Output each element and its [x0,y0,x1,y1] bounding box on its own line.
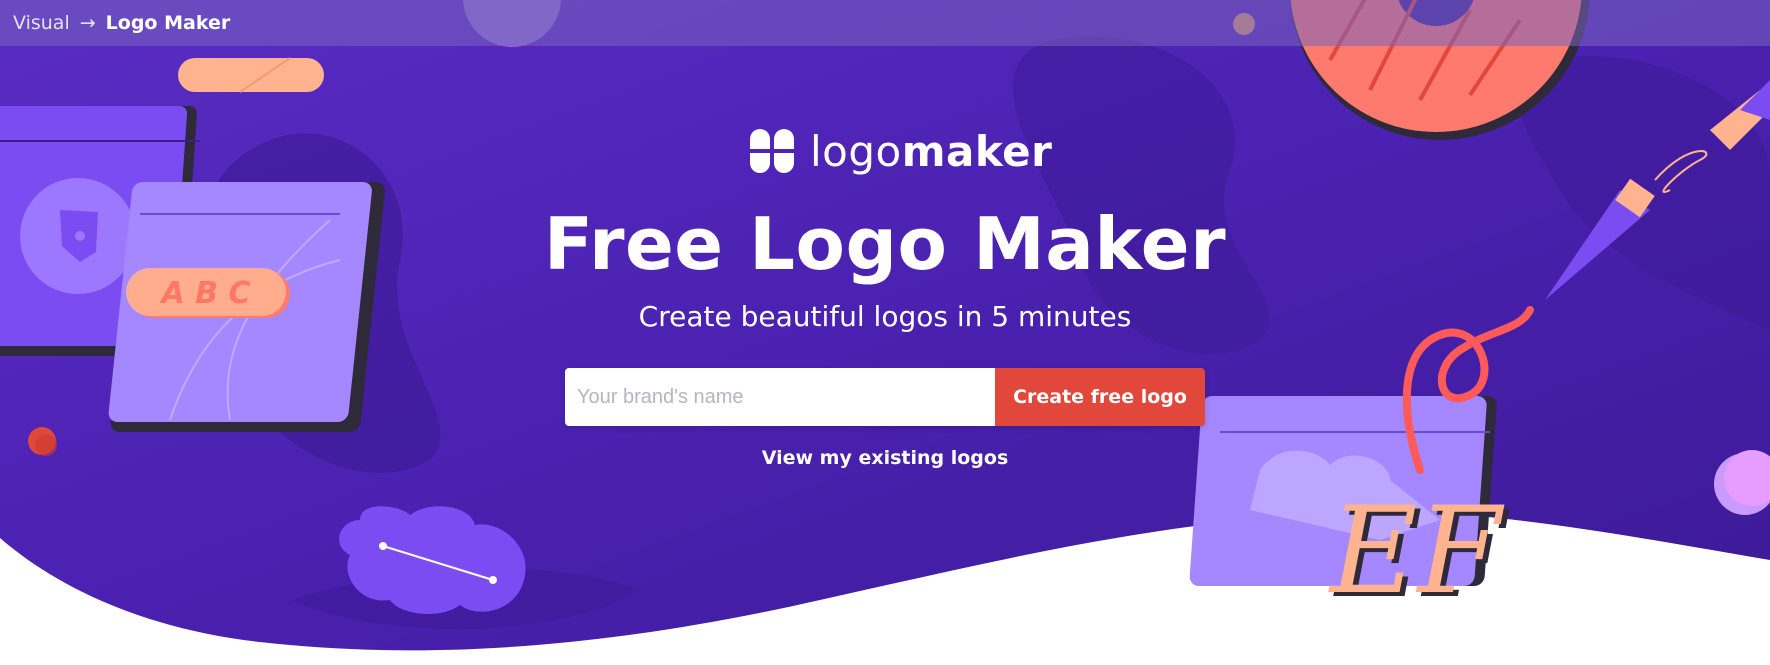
brand-name-input[interactable] [565,368,995,426]
page-title: Free Logo Maker [543,202,1227,286]
brand-name-form: Create free logo [565,368,1205,426]
breadcrumb-current-page: Logo Maker [105,12,231,34]
create-free-logo-button[interactable]: Create free logo [995,368,1205,426]
hero-section: A B C EF EF Visual → Logo Maker logomake… [0,0,1770,665]
ef-decoration-text: EF [1328,482,1505,621]
page-subtitle: Create beautiful logos in 5 minutes [638,300,1132,333]
view-existing-logos-link[interactable]: View my existing logos [0,447,1770,469]
breadcrumb-arrow-icon: → [79,12,96,34]
breadcrumb-link-visual[interactable]: Visual [13,12,70,34]
brand-logo[interactable]: logomaker [748,126,1052,176]
breadcrumb: Visual → Logo Maker [0,0,1770,46]
brand-wordmark: logomaker [810,126,1053,176]
logomaker-clover-icon [750,129,794,173]
